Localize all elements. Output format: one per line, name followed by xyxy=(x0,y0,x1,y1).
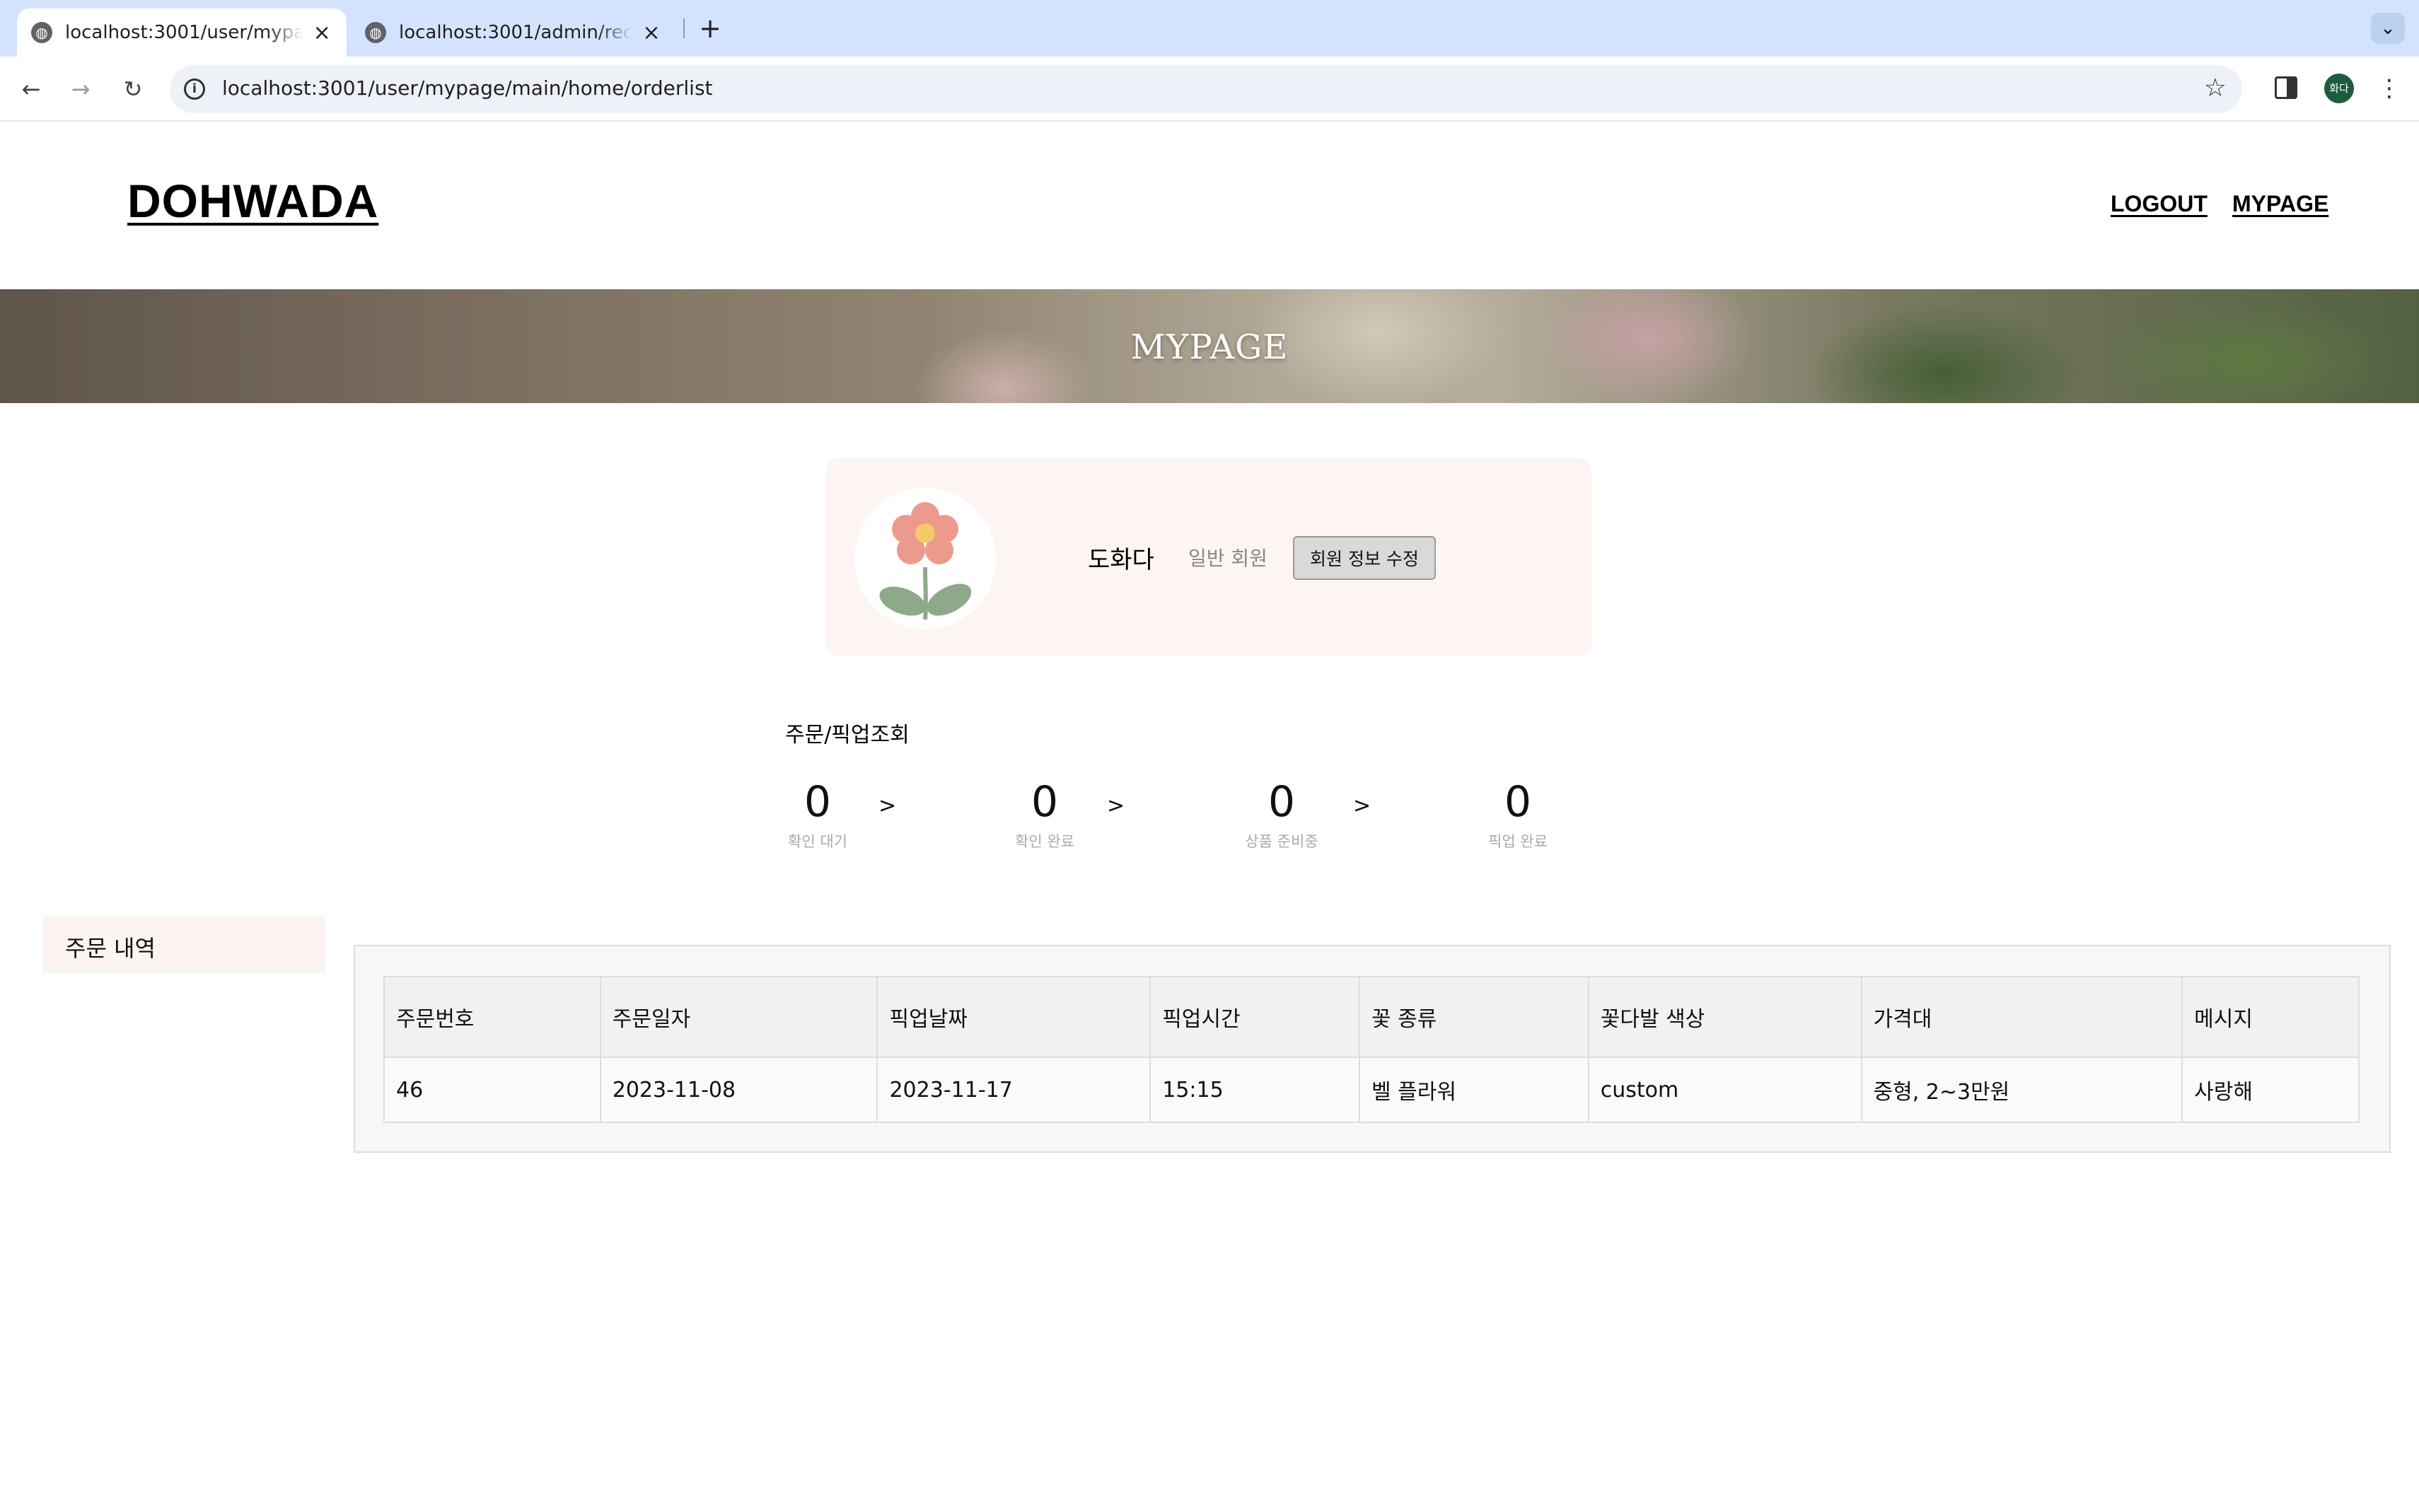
mypage-banner: MYPAGE xyxy=(0,289,2419,403)
sidebar-item-label: 주문 내역 xyxy=(65,935,156,962)
table-cell: 15:15 xyxy=(1149,1057,1361,1123)
status-step-picked-up[interactable]: 0 픽업 완료 xyxy=(1447,774,1589,851)
column-header: 꽃 종류 xyxy=(1359,976,1589,1058)
column-header: 주문번호 xyxy=(383,976,601,1058)
flower-avatar-icon xyxy=(879,502,972,620)
table-cell: 2023-11-17 xyxy=(876,1057,1152,1123)
star-icon[interactable]: ☆ xyxy=(2204,74,2227,103)
status-count: 0 xyxy=(1031,777,1059,827)
order-status-title: 주문/픽업조회 xyxy=(785,723,910,748)
table-cell: 2023-11-08 xyxy=(599,1057,878,1123)
status-count: 0 xyxy=(1267,777,1296,827)
order-table-container: 주문번호 주문일자 픽업날짜 픽업시간 꽃 종류 꽃다발 색상 가격대 메시지 … xyxy=(354,945,2391,1153)
status-label: 상품 준비중 xyxy=(1245,833,1318,850)
tab-divider xyxy=(683,18,685,38)
status-count: 0 xyxy=(1504,777,1532,827)
banner-title: MYPAGE xyxy=(1130,327,1289,367)
profile-card: 도화다 일반 회원 회원 정보 수정 xyxy=(826,458,1591,656)
tab-title: localhost:3001/user/mypage/main/home/ord… xyxy=(65,22,303,43)
table-cell: 사랑해 xyxy=(2181,1057,2360,1123)
more-vertical-icon[interactable]: ⋮ xyxy=(2375,71,2403,106)
table-row[interactable]: 46 2023-11-08 2023-11-17 15:15 벨 플라워 cus… xyxy=(383,1057,2360,1123)
info-icon[interactable]: i xyxy=(184,78,205,100)
table-cell: 중형, 2~3만원 xyxy=(1860,1057,2183,1123)
address-url[interactable]: localhost:3001/user/mypage/main/home/ord… xyxy=(222,76,713,100)
tab-title: localhost:3001/admin/recommend xyxy=(399,22,632,43)
site-logo[interactable]: DOHWADA xyxy=(127,174,378,228)
side-panel-icon[interactable] xyxy=(2275,76,2297,99)
status-step-awaiting[interactable]: 0 확인 대기 xyxy=(747,774,888,851)
column-header: 픽업날짜 xyxy=(876,976,1152,1058)
browser-tab[interactable]: ◍ localhost:3001/admin/recommend × xyxy=(351,8,680,57)
back-arrow-icon[interactable]: ← xyxy=(14,72,48,106)
avatar xyxy=(854,488,996,629)
column-header: 주문일자 xyxy=(599,976,878,1058)
browser-tab-strip: ◍ localhost:3001/user/mypage/main/home/o… xyxy=(0,0,2419,57)
status-step-preparing[interactable]: 0 상품 준비중 xyxy=(1211,774,1352,851)
close-icon[interactable]: × xyxy=(641,21,662,45)
status-count: 0 xyxy=(804,777,832,827)
chevron-down-icon[interactable]: ⌄ xyxy=(2371,13,2405,44)
mypage-link[interactable]: MYPAGE xyxy=(2232,191,2328,217)
table-cell: 벨 플라워 xyxy=(1359,1057,1589,1123)
forward-arrow-icon[interactable]: → xyxy=(64,72,98,106)
table-cell: custom xyxy=(1587,1057,1862,1123)
status-separator: > xyxy=(878,793,897,818)
edit-profile-button[interactable]: 회원 정보 수정 xyxy=(1293,536,1436,580)
reload-icon[interactable]: ↻ xyxy=(116,72,150,106)
profile-avatar[interactable]: 화다 xyxy=(2324,74,2354,103)
browser-toolbar: ← → ↻ i localhost:3001/user/mypage/main/… xyxy=(0,57,2419,122)
member-grade: 일반 회원 xyxy=(1188,547,1267,570)
address-bar[interactable]: i localhost:3001/user/mypage/main/home/o… xyxy=(170,65,2242,113)
column-header: 픽업시간 xyxy=(1149,976,1361,1058)
close-icon[interactable]: × xyxy=(311,21,332,45)
column-header: 가격대 xyxy=(1860,976,2183,1058)
member-name: 도화다 xyxy=(1088,546,1154,574)
plus-icon[interactable]: + xyxy=(696,13,724,44)
sidebar-item-order-history[interactable]: 주문 내역 xyxy=(42,917,325,973)
status-label: 확인 대기 xyxy=(788,833,847,850)
globe-icon: ◍ xyxy=(31,22,52,43)
globe-icon: ◍ xyxy=(365,22,386,43)
status-step-confirmed[interactable]: 0 확인 완료 xyxy=(974,774,1115,851)
status-separator: > xyxy=(1107,793,1125,818)
order-table: 주문번호 주문일자 픽업날짜 픽업시간 꽃 종류 꽃다발 색상 가격대 메시지 … xyxy=(383,976,2360,1123)
status-label: 확인 완료 xyxy=(1015,833,1074,850)
browser-tab-active[interactable]: ◍ localhost:3001/user/mypage/main/home/o… xyxy=(17,8,347,57)
table-header-row: 주문번호 주문일자 픽업날짜 픽업시간 꽃 종류 꽃다발 색상 가격대 메시지 xyxy=(383,976,2360,1058)
status-separator: > xyxy=(1353,793,1371,818)
status-label: 픽업 완료 xyxy=(1488,833,1548,850)
column-header: 메시지 xyxy=(2181,976,2360,1058)
table-cell: 46 xyxy=(383,1057,601,1123)
logout-link[interactable]: LOGOUT xyxy=(2111,191,2208,217)
column-header: 꽃다발 색상 xyxy=(1587,976,1862,1058)
